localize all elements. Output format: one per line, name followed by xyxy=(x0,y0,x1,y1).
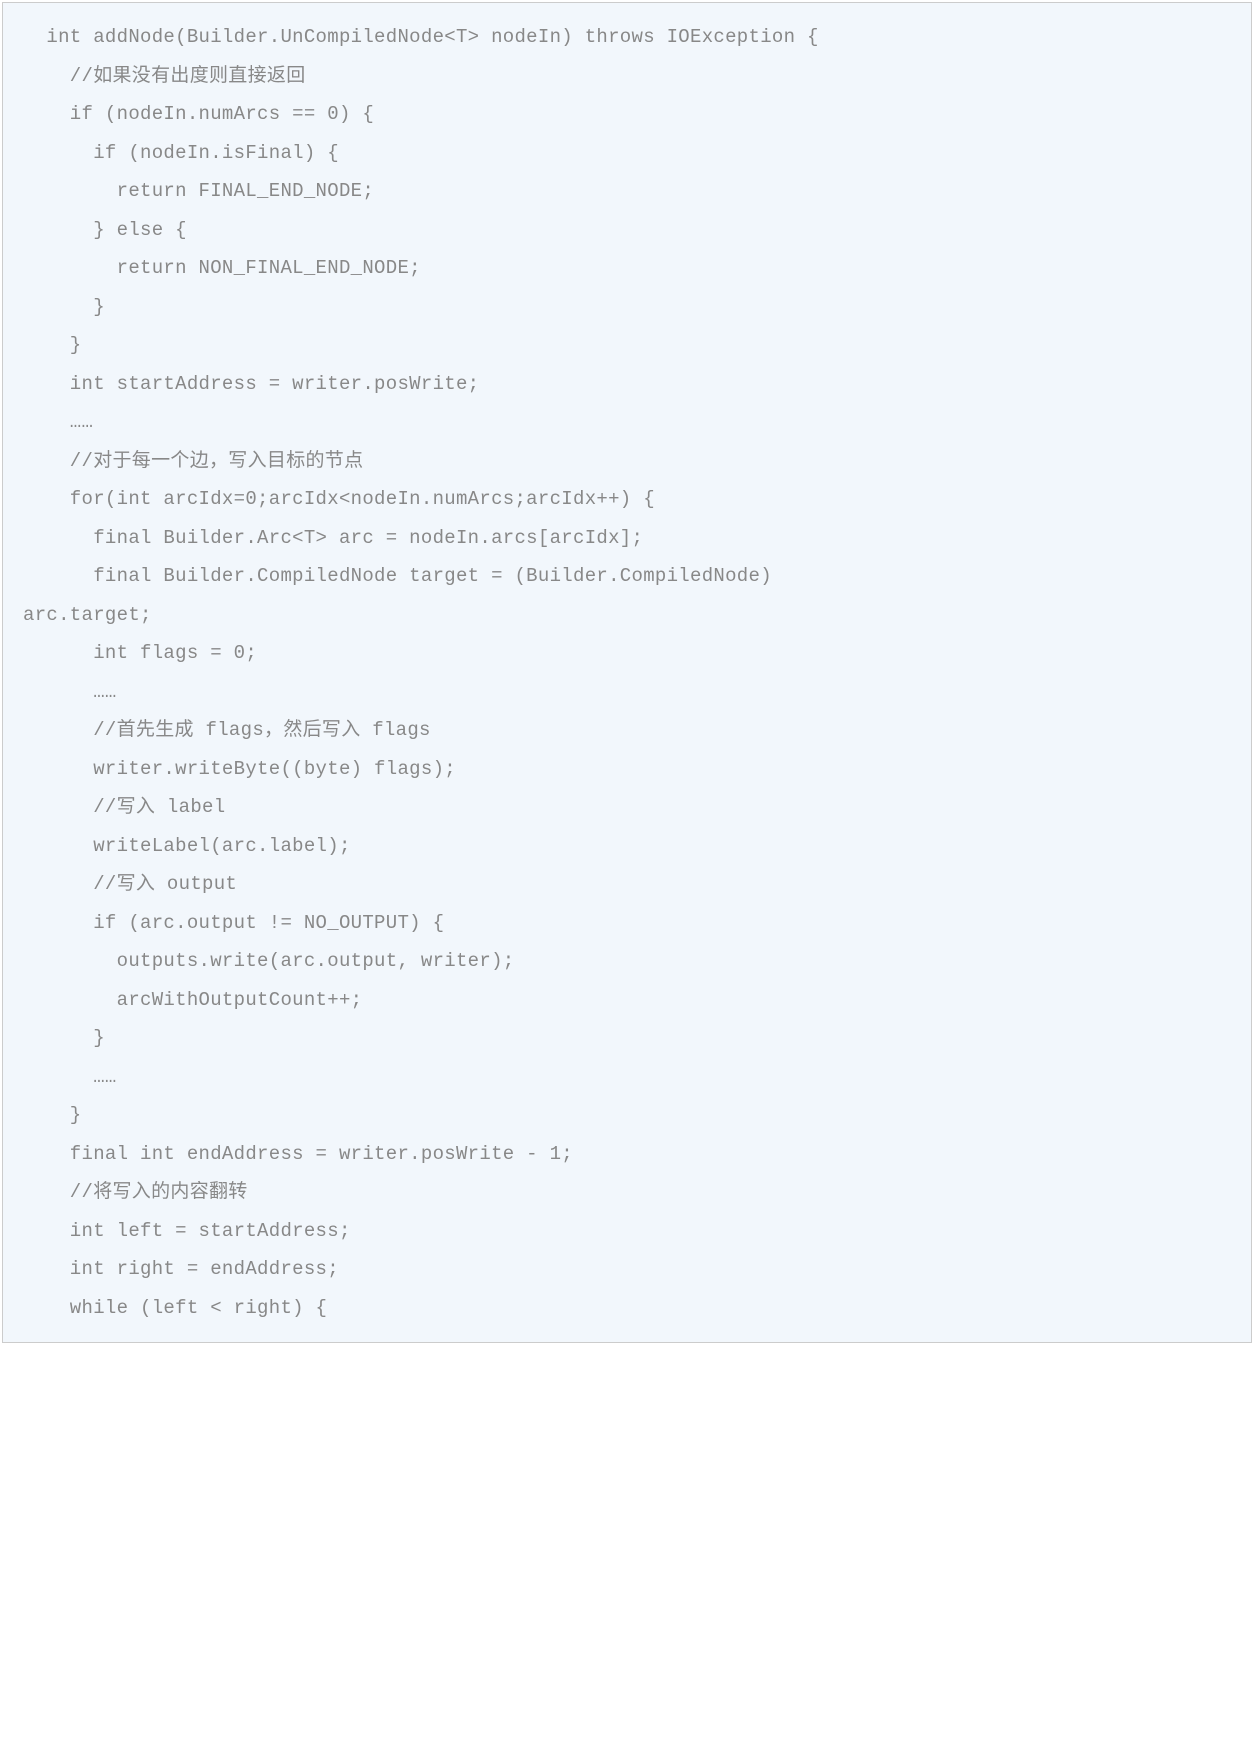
code-line: } xyxy=(3,288,1251,327)
code-line: } xyxy=(3,1019,1251,1058)
code-line: if (nodeIn.numArcs == 0) { xyxy=(3,95,1251,134)
code-line: if (arc.output != NO_OUTPUT) { xyxy=(3,904,1251,943)
code-line: arcWithOutputCount++; xyxy=(3,981,1251,1020)
code-line: outputs.write(arc.output, writer); xyxy=(3,942,1251,981)
code-line: final Builder.Arc<T> arc = nodeIn.arcs[a… xyxy=(3,519,1251,558)
code-line: arc.target; xyxy=(3,596,1251,635)
code-line: //写入 label xyxy=(3,788,1251,827)
code-line: } xyxy=(3,326,1251,365)
code-line: …… xyxy=(3,673,1251,712)
code-line: //将写入的内容翻转 xyxy=(3,1173,1251,1212)
code-line: writeLabel(arc.label); xyxy=(3,827,1251,866)
code-line: int addNode(Builder.UnCompiledNode<T> no… xyxy=(3,18,1251,57)
code-line: int left = startAddress; xyxy=(3,1212,1251,1251)
code-line: return NON_FINAL_END_NODE; xyxy=(3,249,1251,288)
code-line: writer.writeByte((byte) flags); xyxy=(3,750,1251,789)
code-line: …… xyxy=(3,403,1251,442)
code-line: } xyxy=(3,1096,1251,1135)
code-line: //写入 output xyxy=(3,865,1251,904)
code-line: //对于每一个边，写入目标的节点 xyxy=(3,442,1251,481)
code-line: while (left < right) { xyxy=(3,1289,1251,1328)
code-line: return FINAL_END_NODE; xyxy=(3,172,1251,211)
code-line: final Builder.CompiledNode target = (Bui… xyxy=(3,557,1251,596)
code-line: int flags = 0; xyxy=(3,634,1251,673)
code-line: if (nodeIn.isFinal) { xyxy=(3,134,1251,173)
code-line: final int endAddress = writer.posWrite -… xyxy=(3,1135,1251,1174)
code-line: int startAddress = writer.posWrite; xyxy=(3,365,1251,404)
code-line: //如果没有出度则直接返回 xyxy=(3,57,1251,96)
code-line: int right = endAddress; xyxy=(3,1250,1251,1289)
code-line: //首先生成 flags，然后写入 flags xyxy=(3,711,1251,750)
code-line: …… xyxy=(3,1058,1251,1097)
code-line: } else { xyxy=(3,211,1251,250)
code-line: for(int arcIdx=0;arcIdx<nodeIn.numArcs;a… xyxy=(3,480,1251,519)
code-block: int addNode(Builder.UnCompiledNode<T> no… xyxy=(2,2,1252,1343)
